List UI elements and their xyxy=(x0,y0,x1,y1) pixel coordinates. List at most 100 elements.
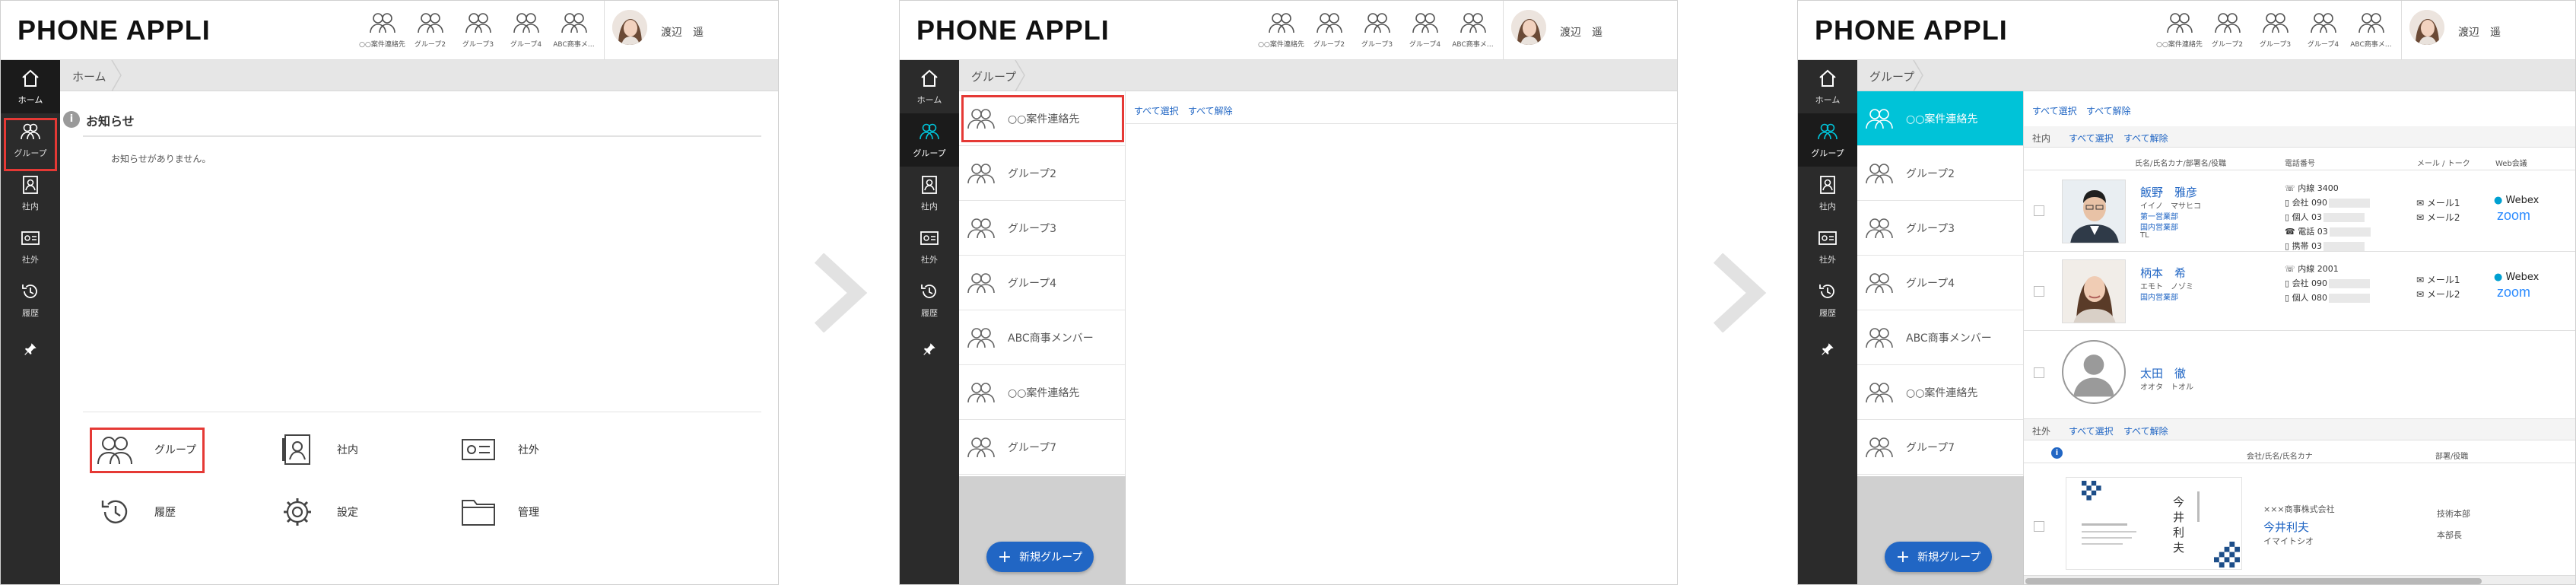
group-item[interactable]: ○○案件連絡先 xyxy=(959,365,1125,420)
menu-history[interactable]: 履歴 xyxy=(97,496,176,528)
nav-home[interactable]: ホーム xyxy=(1,60,60,113)
mail-link-1[interactable]: ✉ メール1 xyxy=(2416,196,2460,209)
mail-link-2[interactable]: ✉ メール2 xyxy=(2416,288,2460,300)
internal-deselect-all-link[interactable]: すべて解除 xyxy=(2123,132,2168,145)
phone-company[interactable]: ▯ 会社 090 xyxy=(2285,277,2371,289)
nav-pin[interactable] xyxy=(1,326,60,380)
row-checkbox[interactable] xyxy=(2034,367,2044,378)
group-item[interactable]: ABC商事メンバー xyxy=(959,310,1125,365)
notice-divider xyxy=(83,135,761,137)
table-row[interactable]: 今井 利夫 ×××商事株式会社 今井利夫 イマイトシオ 技術本部 本部長 xyxy=(2024,463,2575,575)
favorite-group-1[interactable]: ○○案件連絡先 xyxy=(2155,11,2203,49)
group-item[interactable]: グループ3 xyxy=(959,201,1125,256)
group-item[interactable]: グループ4 xyxy=(959,256,1125,310)
group-item[interactable]: グループ7 xyxy=(959,420,1125,475)
phone-personal[interactable]: ▯ 個人 080 xyxy=(2285,291,2371,304)
nav-home[interactable]: ホーム xyxy=(1798,60,1857,113)
contact-name[interactable]: 太田 徹 xyxy=(2140,365,2186,381)
nav-internal[interactable]: 社内 xyxy=(900,167,959,220)
nav-history[interactable]: 履歴 xyxy=(900,273,959,326)
group-item-selected[interactable]: ○○案件連絡先 xyxy=(1857,91,2023,146)
select-all-link[interactable]: すべて選択 xyxy=(1134,104,1179,117)
external-deselect-all-link[interactable]: すべて解除 xyxy=(2123,424,2168,437)
phone-extension[interactable]: ☏ 内線 3400 xyxy=(2285,182,2339,194)
menu-settings[interactable]: 設定 xyxy=(279,496,358,528)
favorite-group-3[interactable]: グループ3 xyxy=(454,11,502,49)
nav-external[interactable]: 社外 xyxy=(900,220,959,273)
contact-name[interactable]: 飯野 雅彦 xyxy=(2140,184,2197,200)
deselect-all-link[interactable]: すべて解除 xyxy=(2086,104,2131,117)
favorite-group-3[interactable]: グループ3 xyxy=(1353,11,1401,49)
internal-select-all-link[interactable]: すべて選択 xyxy=(2069,132,2114,145)
new-group-button[interactable]: + 新規グループ xyxy=(1885,542,1992,572)
favorite-group-4[interactable]: グループ4 xyxy=(502,11,550,49)
group-item[interactable]: グループ2 xyxy=(959,146,1125,201)
app-logo: PHONE APPLI xyxy=(916,14,1110,46)
favorite-group-4[interactable]: グループ4 xyxy=(2299,11,2347,49)
user-menu[interactable]: 渡辺 遥 xyxy=(1503,1,1677,60)
row-checkbox[interactable] xyxy=(2034,205,2044,216)
select-all-link[interactable]: すべて選択 xyxy=(2032,104,2077,117)
new-group-button[interactable]: + 新規グループ xyxy=(986,542,1094,572)
row-checkbox[interactable] xyxy=(2034,286,2044,297)
nav-history[interactable]: 履歴 xyxy=(1798,273,1857,326)
favorite-group-5[interactable]: ABC商事メ… xyxy=(550,11,598,49)
nav-external[interactable]: 社外 xyxy=(1,220,60,273)
mail-link-2[interactable]: ✉ メール2 xyxy=(2416,211,2460,224)
nav-group[interactable]: グループ xyxy=(1798,113,1857,167)
phone-extension[interactable]: ☏ 内線 2001 xyxy=(2285,262,2339,275)
col-dept-header: 部署/役職 xyxy=(2435,453,2469,461)
nav-external[interactable]: 社外 xyxy=(1798,220,1857,273)
favorite-group-1[interactable]: ○○案件連絡先 xyxy=(358,11,406,49)
external-select-all-link[interactable]: すべて選択 xyxy=(2069,424,2114,437)
user-menu[interactable]: 渡辺 遥 xyxy=(604,1,778,60)
webex-button[interactable]: ● Webex xyxy=(2494,195,2539,206)
favorite-group-4[interactable]: グループ4 xyxy=(1401,11,1449,49)
business-card-image[interactable]: 今井 利夫 xyxy=(2066,477,2242,570)
table-row[interactable]: 太田 徹 オオタ トオル xyxy=(2024,331,2575,419)
nav-pin[interactable] xyxy=(900,326,959,380)
menu-internal[interactable]: 社内 xyxy=(279,434,358,466)
table-row[interactable]: 柄本 希 エモト ノゾミ 国内営業部 ☏ 内線 2001 ▯ 会社 090 ▯ … xyxy=(2024,252,2575,331)
phone-personal[interactable]: ▯ 個人 03 xyxy=(2285,211,2365,223)
favorite-group-2[interactable]: グループ2 xyxy=(406,11,454,49)
phone-landline[interactable]: ☎ 電話 03 xyxy=(2285,225,2371,237)
favorite-group-5[interactable]: ABC商事メ… xyxy=(2347,11,2395,49)
external-name[interactable]: 今井利夫 xyxy=(2263,519,2309,535)
table-row[interactable]: 飯野 雅彦 イイノ マサヒコ 第一営業部 国内営業部 TL ☏ 内線 3400 … xyxy=(2024,171,2575,252)
scrollbar-thumb[interactable] xyxy=(2025,578,2482,584)
nav-home[interactable]: ホーム xyxy=(900,60,959,113)
phone-mobile[interactable]: ▯ 携帯 03 xyxy=(2285,240,2365,252)
horizontal-scrollbar[interactable] xyxy=(2024,575,2575,584)
favorite-group-2[interactable]: グループ2 xyxy=(2203,11,2251,49)
group-item[interactable]: グループ7 xyxy=(1857,420,2023,475)
favorite-group-3[interactable]: グループ3 xyxy=(2251,11,2299,49)
webex-button[interactable]: ● Webex xyxy=(2494,272,2539,283)
group-item[interactable]: グループ3 xyxy=(1857,201,2023,256)
mail-link-1[interactable]: ✉ メール1 xyxy=(2416,273,2460,286)
nav-internal[interactable]: 社内 xyxy=(1798,167,1857,220)
zoom-button[interactable]: zoom xyxy=(2497,208,2530,224)
nav-pin[interactable] xyxy=(1798,326,1857,380)
nav-internal[interactable]: 社内 xyxy=(1,167,60,220)
group-item[interactable]: ○○案件連絡先 xyxy=(1857,365,2023,420)
menu-external[interactable]: 社外 xyxy=(460,434,539,466)
info-icon[interactable]: i xyxy=(2051,447,2063,459)
menu-admin[interactable]: 管理 xyxy=(460,496,539,528)
nav-history[interactable]: 履歴 xyxy=(1,273,60,326)
group-item[interactable]: ABC商事メンバー xyxy=(1857,310,2023,365)
highlight-nav-group xyxy=(4,118,57,171)
phone-company[interactable]: ▯ 会社 090 xyxy=(2285,196,2371,208)
favorite-group-2[interactable]: グループ2 xyxy=(1305,11,1353,49)
nav-group[interactable]: グループ xyxy=(900,113,959,167)
favorite-group-1[interactable]: ○○案件連絡先 xyxy=(1257,11,1305,49)
internal-directory-icon xyxy=(1820,176,1835,194)
contact-name[interactable]: 柄本 希 xyxy=(2140,265,2186,281)
row-checkbox[interactable] xyxy=(2034,521,2044,532)
favorite-group-5[interactable]: ABC商事メ… xyxy=(1449,11,1497,49)
group-item[interactable]: グループ2 xyxy=(1857,146,2023,201)
zoom-button[interactable]: zoom xyxy=(2497,285,2530,300)
user-menu[interactable]: 渡辺 遥 xyxy=(2401,1,2575,60)
deselect-all-link[interactable]: すべて解除 xyxy=(1188,104,1233,117)
group-item[interactable]: グループ4 xyxy=(1857,256,2023,310)
